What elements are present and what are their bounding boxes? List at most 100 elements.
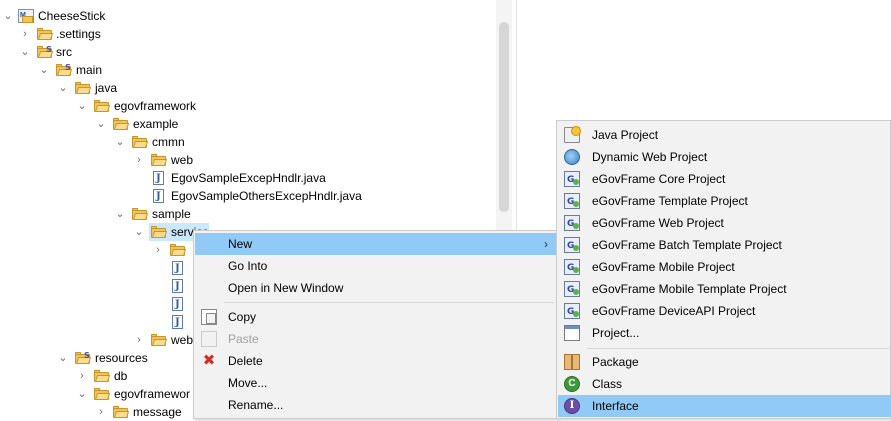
menu-item-rename[interactable]: Rename... — [195, 394, 556, 416]
submenu-item-egovframe-core-project[interactable]: eGovFrame Core Project — [558, 168, 891, 191]
paste-icon — [201, 331, 217, 347]
tree-item-label: resources — [95, 351, 148, 365]
tree-item-label: main — [76, 63, 103, 77]
tree-item-egovframework[interactable]: ⌄ egovframework — [0, 97, 496, 115]
tree-item-label: cmmn — [152, 135, 185, 149]
submenu-item-project[interactable]: Project... — [558, 322, 891, 344]
chevron-down-icon[interactable]: ⌄ — [76, 385, 88, 403]
submenu-item-label: Class — [592, 377, 623, 391]
submenu-item-egovframe-template-project[interactable]: eGovFrame Template Project — [558, 190, 891, 213]
folder-icon — [151, 224, 168, 240]
tree-item-project[interactable]: ⌄ CheeseStick — [0, 7, 496, 25]
submenu-item-label: eGovFrame Mobile Template Project — [592, 282, 787, 296]
chevron-right-icon[interactable]: › — [133, 331, 145, 349]
project-icon — [564, 325, 580, 341]
chevron-down-icon[interactable]: ⌄ — [133, 223, 145, 241]
folder-icon — [94, 368, 111, 384]
chevron-right-icon[interactable]: › — [19, 25, 31, 43]
folder-icon — [113, 116, 130, 132]
submenu-item-egovframe-batch-template-project[interactable]: eGovFrame Batch Template Project — [558, 234, 891, 257]
submenu-item-class[interactable]: C Class — [558, 373, 891, 395]
tree-item-java[interactable]: ⌄ java — [0, 79, 496, 97]
submenu-item-label: eGovFrame Core Project — [592, 172, 726, 186]
chevron-right-icon[interactable]: › — [152, 241, 164, 259]
delete-icon: ✖ — [202, 352, 216, 369]
submenu-item-package[interactable]: Package — [558, 351, 891, 373]
tree-item-label: web — [171, 333, 194, 347]
class-icon: C — [564, 376, 580, 392]
folder-icon — [37, 26, 54, 42]
menu-item-delete[interactable]: ✖ Delete — [195, 350, 556, 372]
tree-item-label: .settings — [56, 27, 101, 41]
chevron-down-icon[interactable]: ⌄ — [95, 115, 107, 133]
copy-icon — [201, 309, 217, 325]
java-file-icon — [151, 188, 167, 206]
source-folder-icon: S — [75, 350, 92, 366]
tree-item-main[interactable]: ⌄ S main — [0, 61, 496, 79]
submenu-item-label: Java Project — [592, 128, 659, 142]
menu-item-new[interactable]: New › — [195, 233, 556, 255]
tree-item-label: egovframewor — [114, 387, 191, 401]
submenu-item-label: eGovFrame Template Project — [592, 194, 748, 208]
chevron-down-icon[interactable]: ⌄ — [114, 205, 126, 223]
menu-item-label: New — [228, 237, 253, 251]
chevron-right-icon[interactable]: › — [95, 403, 107, 421]
chevron-down-icon[interactable]: ⌄ — [57, 79, 69, 97]
scrollbar-thumb[interactable] — [499, 22, 509, 212]
tree-item-label: web — [171, 153, 194, 167]
menu-item-go-into[interactable]: Go Into — [195, 255, 556, 277]
chevron-down-icon[interactable]: ⌄ — [76, 97, 88, 115]
chevron-down-icon[interactable]: ⌄ — [114, 133, 126, 151]
project-icon — [18, 7, 34, 25]
java-file-icon — [170, 314, 186, 332]
menu-item-open-in-new-window[interactable]: Open in New Window — [195, 277, 556, 299]
submenu-item-egovframe-mobile-project[interactable]: eGovFrame Mobile Project — [558, 256, 891, 279]
tree-item-settings[interactable]: › .settings — [0, 25, 496, 43]
submenu-item-label: Interface — [592, 399, 639, 413]
tree-item-web[interactable]: › web — [0, 151, 496, 169]
folder-icon — [151, 332, 168, 348]
menu-item-move[interactable]: Move... — [195, 372, 556, 394]
tree-item-sample[interactable]: ⌄ sample — [0, 205, 496, 223]
chevron-down-icon[interactable]: ⌄ — [57, 349, 69, 367]
menu-item-label: Open in New Window — [228, 281, 344, 295]
chevron-right-icon[interactable]: › — [76, 367, 88, 385]
chevron-down-icon[interactable]: ⌄ — [38, 61, 50, 79]
menu-separator — [587, 348, 889, 349]
submenu-item-egovframe-web-project[interactable]: eGovFrame Web Project — [558, 212, 891, 235]
chevron-right-icon[interactable]: › — [133, 151, 145, 169]
folder-icon — [94, 386, 111, 402]
chevron-down-icon[interactable]: ⌄ — [2, 7, 14, 25]
dynamic-web-project-icon — [564, 149, 580, 165]
tree-item-file[interactable]: EgovSampleExcepHndlr.java — [0, 169, 496, 188]
egovframe-template-project-icon — [564, 191, 580, 213]
folder-icon — [151, 152, 168, 168]
tree-item-example[interactable]: ⌄ example — [0, 115, 496, 133]
submenu-item-dynamic-web-project[interactable]: Dynamic Web Project — [558, 146, 891, 168]
tree-item-file[interactable]: EgovSampleOthersExcepHndlr.java — [0, 187, 496, 206]
tree-item-cmmn[interactable]: ⌄ cmmn — [0, 133, 496, 151]
tree-item-label: sample — [152, 207, 191, 221]
java-file-icon — [151, 170, 167, 188]
submenu-item-label: eGovFrame Mobile Project — [592, 260, 735, 274]
menu-item-paste[interactable]: Paste — [195, 328, 556, 350]
new-submenu: Java Project Dynamic Web Project eGovFra… — [556, 120, 891, 419]
tree-item-label: db — [114, 369, 128, 383]
java-project-icon — [564, 126, 581, 143]
chevron-down-icon[interactable]: ⌄ — [19, 43, 31, 61]
submenu-item-egovframe-mobile-template-project[interactable]: eGovFrame Mobile Template Project — [558, 278, 891, 301]
egovframe-web-project-icon — [564, 213, 580, 235]
submenu-item-egovframe-deviceapi-project[interactable]: eGovFrame DeviceAPI Project — [558, 300, 891, 323]
tree-item-src[interactable]: ⌄ S src — [0, 43, 496, 61]
submenu-item-label: Package — [592, 355, 639, 369]
menu-item-copy[interactable]: Copy — [195, 306, 556, 328]
menu-item-label: Go Into — [228, 259, 268, 273]
tree-item-label: CheeseStick — [38, 9, 106, 23]
submenu-item-label: eGovFrame Batch Template Project — [592, 238, 782, 252]
interface-icon: I — [564, 398, 580, 414]
chevron-right-icon: › — [544, 237, 548, 251]
tree-item-label: message — [133, 405, 182, 419]
submenu-item-interface[interactable]: I Interface — [558, 395, 891, 417]
submenu-item-java-project[interactable]: Java Project — [558, 124, 891, 146]
egovframe-mobile-project-icon — [564, 257, 580, 279]
